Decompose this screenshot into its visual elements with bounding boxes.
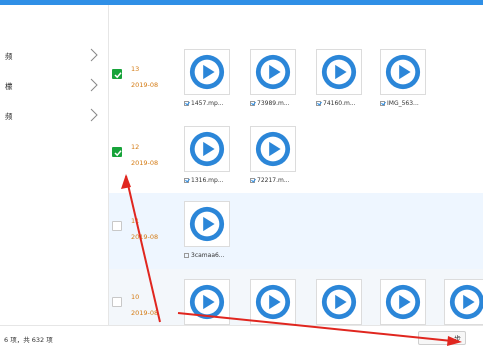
group-date: 2019-08	[131, 159, 159, 167]
file-checkbox[interactable]	[184, 101, 189, 106]
group-checkbox[interactable]	[112, 297, 122, 307]
sidebar-item-label: 频	[5, 52, 13, 61]
video-thumbnail[interactable]	[316, 279, 362, 325]
group-day: 12	[131, 143, 140, 151]
video-play-icon	[321, 54, 357, 90]
file-name: 1316.mp...	[191, 177, 224, 184]
video-thumbnail[interactable]	[380, 49, 426, 95]
chevron-right-icon	[90, 48, 98, 62]
sidebar-item-2[interactable]: 檬	[0, 77, 108, 97]
file-name: 73989.m...	[257, 100, 290, 107]
group-day: 10	[131, 293, 140, 301]
chevron-right-icon	[90, 108, 98, 122]
group-day: 11	[131, 217, 140, 225]
video-thumbnail[interactable]	[444, 279, 483, 325]
video-thumbnail[interactable]	[380, 279, 426, 325]
file-checkbox[interactable]	[184, 178, 189, 183]
sidebar-item-label: 檬	[5, 82, 13, 91]
file-checkbox[interactable]	[250, 178, 255, 183]
file-item[interactable]: 1457.mp...	[184, 100, 224, 107]
video-thumbnail[interactable]	[184, 279, 230, 325]
file-checkbox[interactable]	[380, 101, 385, 106]
date-group: 12 2019-08 1316.mp... 72217.m...	[109, 117, 483, 193]
date-group: 10 2019-08	[109, 269, 483, 325]
group-checkbox[interactable]	[112, 147, 122, 157]
chevron-right-icon	[90, 78, 98, 92]
group-checkbox[interactable]	[112, 69, 122, 79]
video-play-icon	[189, 206, 225, 242]
video-play-icon	[189, 284, 225, 320]
file-checkbox[interactable]	[184, 253, 189, 258]
date-group: 13 2019-08 1457.mp... 73989.m... 74160.m…	[109, 5, 483, 117]
video-play-icon	[385, 54, 421, 90]
video-play-icon	[189, 54, 225, 90]
video-play-icon	[385, 284, 421, 320]
video-thumbnail[interactable]	[250, 279, 296, 325]
video-play-icon	[189, 131, 225, 167]
sidebar-item-3[interactable]: 频	[0, 107, 108, 127]
video-thumbnail[interactable]	[316, 49, 362, 95]
file-item[interactable]: 1316.mp...	[184, 177, 224, 184]
file-name: 3camaa6...	[191, 252, 225, 259]
file-checkbox[interactable]	[316, 101, 321, 106]
file-item[interactable]: 73989.m...	[250, 100, 290, 107]
group-date: 2019-08	[131, 233, 159, 241]
video-thumbnail[interactable]	[184, 126, 230, 172]
file-item[interactable]: 3camaa6...	[184, 252, 225, 259]
sidebar-item-label: 频	[5, 112, 13, 121]
video-thumbnail[interactable]	[184, 201, 230, 247]
sidebar-item-1[interactable]: 频	[0, 47, 108, 67]
file-item[interactable]: IMG_563...	[380, 100, 419, 107]
video-thumbnail[interactable]	[250, 49, 296, 95]
file-name: 1457.mp...	[191, 100, 224, 107]
file-name: IMG_563...	[387, 100, 419, 107]
video-play-icon	[321, 284, 357, 320]
file-item[interactable]: 74160.m...	[316, 100, 356, 107]
file-name: 74160.m...	[323, 100, 356, 107]
video-play-icon	[449, 284, 483, 320]
video-thumbnail[interactable]	[250, 126, 296, 172]
sidebar: 频 檬 频	[0, 5, 109, 325]
footer-bar: 6 项，共 632 项 步	[0, 325, 483, 349]
video-play-icon	[255, 284, 291, 320]
selection-status: 6 项，共 632 项	[4, 336, 53, 344]
file-name: 72217.m...	[257, 177, 290, 184]
group-date: 2019-08	[131, 309, 159, 317]
file-item[interactable]: 72217.m...	[250, 177, 290, 184]
media-grid: 13 2019-08 1457.mp... 73989.m... 74160.m…	[109, 5, 483, 325]
next-step-button[interactable]: 步	[418, 331, 466, 345]
video-play-icon	[255, 54, 291, 90]
video-play-icon	[255, 131, 291, 167]
group-checkbox[interactable]	[112, 221, 122, 231]
group-date: 2019-08	[131, 81, 159, 89]
group-day: 13	[131, 65, 140, 73]
date-group: 11 2019-08 3camaa6...	[109, 193, 483, 269]
file-checkbox[interactable]	[250, 101, 255, 106]
video-thumbnail[interactable]	[184, 49, 230, 95]
